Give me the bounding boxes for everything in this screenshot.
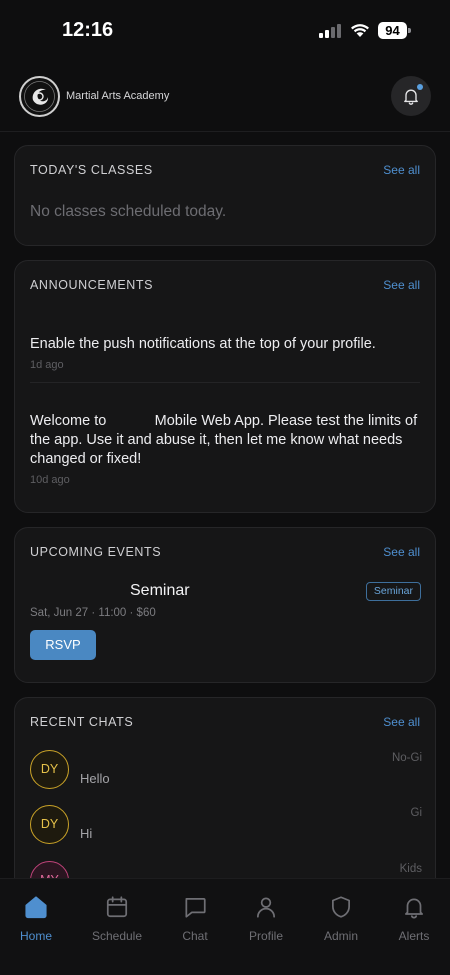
divider [30, 382, 420, 383]
calendar-icon [106, 896, 128, 918]
battery-icon: 94 [378, 22, 412, 39]
chat-last-message: Hello [80, 771, 110, 786]
nav-schedule[interactable]: Schedule [81, 894, 153, 954]
nav-home[interactable]: Home [0, 894, 72, 954]
nav-admin[interactable]: Admin [305, 894, 377, 954]
chat-group-name: No-Gi [391, 752, 422, 764]
chat-item[interactable]: DY Hi Gi [30, 805, 422, 853]
academy-name: Martial Arts Academy [66, 90, 170, 102]
shield-icon [332, 896, 350, 918]
cellular-signal-icon [319, 24, 343, 38]
nav-label: Home [19, 929, 52, 943]
card-title: ANNOUNCEMENTS [30, 278, 154, 292]
card-title: RECENT CHATS [30, 715, 134, 729]
empty-state-text: No classes scheduled today. [30, 203, 227, 220]
nav-alerts[interactable]: Alerts [378, 894, 450, 954]
avatar: DY [30, 750, 69, 789]
nav-profile[interactable]: Profile [230, 894, 302, 954]
nav-label: Chat [182, 929, 208, 943]
bottom-nav: Home Schedule Chat Profile Admin Alerts [0, 878, 450, 975]
notification-dot [417, 84, 423, 90]
avatar: DY [30, 805, 69, 844]
see-all-events-link[interactable]: See all [383, 545, 420, 559]
bell-icon [405, 898, 423, 919]
event-type-badge: Seminar [365, 582, 421, 601]
todays-classes-card: TODAY'S CLASSES See all No classes sched… [14, 145, 436, 246]
announcement-text[interactable]: Enable the push notifications at the top… [30, 335, 422, 354]
see-all-chats-link[interactable]: See all [383, 715, 420, 729]
chat-item[interactable]: DY Hello No-Gi [30, 750, 422, 798]
see-all-announcements-link[interactable]: See all [383, 278, 420, 292]
announcement-time: 10d ago [30, 474, 70, 486]
card-title: TODAY'S CLASSES [30, 163, 153, 177]
nav-label: Admin [323, 929, 358, 943]
notifications-button[interactable] [391, 76, 431, 116]
event-title[interactable]: Seminar [130, 582, 190, 600]
event-details: Sat, Jun 27 · 11:00 · $60 [30, 607, 156, 619]
nav-label: Profile [248, 929, 283, 943]
recent-chats-card: RECENT CHATS See all DY Hello No-Gi DY H… [14, 697, 436, 900]
chat-bubble-icon [185, 898, 206, 918]
status-time: 12:16 [62, 19, 114, 41]
wifi-icon [350, 22, 370, 38]
academy-logo[interactable] [19, 76, 60, 117]
nav-label: Schedule [91, 929, 143, 943]
announcement-text[interactable]: Welcome to Mobile Web App. Please test t… [30, 412, 422, 469]
status-bar: 12:16 94 [0, 0, 450, 60]
nav-label: Alerts [398, 929, 430, 943]
nav-chat[interactable]: Chat [159, 894, 231, 954]
see-all-classes-link[interactable]: See all [383, 163, 420, 177]
chat-group-name: Kids [399, 863, 422, 875]
card-title: UPCOMING EVENTS [30, 545, 162, 559]
app-header: Martial Arts Academy [0, 62, 450, 132]
announcements-card: ANNOUNCEMENTS See all Enable the push no… [14, 260, 436, 513]
rsvp-button[interactable]: RSVP [30, 630, 96, 660]
battery-level: 94 [378, 22, 407, 39]
upcoming-events-card: UPCOMING EVENTS See all Seminar Seminar … [14, 527, 436, 683]
chat-last-message: Hi [80, 826, 93, 841]
home-icon [25, 896, 47, 919]
person-icon [257, 897, 275, 918]
announcement-time: 1d ago [30, 359, 64, 371]
chat-group-name: Gi [410, 807, 423, 819]
